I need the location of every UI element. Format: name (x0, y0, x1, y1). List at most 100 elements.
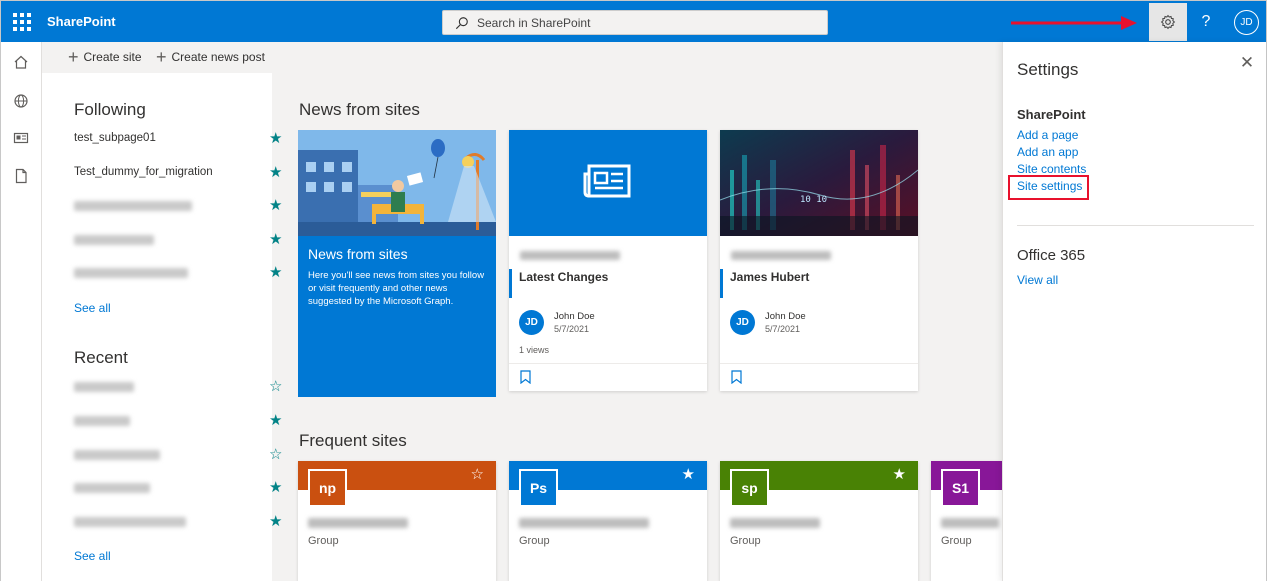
star-icon[interactable]: ★ (269, 263, 282, 281)
brand-title[interactable]: SharePoint (47, 14, 116, 29)
recent-see-all-link[interactable]: See all (74, 549, 111, 563)
search-box[interactable]: Search in SharePoint (442, 10, 828, 35)
news-hero-description: Here you'll see news from sites you foll… (308, 270, 485, 307)
star-icon[interactable]: ★ (269, 163, 282, 181)
globe-icon[interactable] (13, 93, 29, 109)
add-a-page-link[interactable]: Add a page (1017, 128, 1078, 142)
site-logo-tile: S1 (941, 469, 980, 507)
user-avatar[interactable]: JD (1234, 10, 1259, 35)
following-see-all-link[interactable]: See all (74, 301, 111, 315)
following-item[interactable]: test_subpage01 ★ (74, 129, 282, 149)
settings-gear-button[interactable] (1149, 3, 1187, 41)
recent-item[interactable]: ★ (74, 478, 282, 498)
settings-panel: Settings ✕ SharePoint Add a page Add an … (1002, 42, 1266, 581)
divider (1017, 225, 1254, 226)
help-button[interactable]: ? (1193, 9, 1219, 35)
command-bar: + Create site + Create news post (42, 42, 1002, 73)
star-icon[interactable]: ★ (269, 230, 282, 248)
view-all-link[interactable]: View all (1017, 273, 1058, 287)
newspaper-icon (583, 164, 631, 198)
document-icon[interactable] (13, 168, 29, 184)
blurred-site-name (731, 251, 831, 260)
news-icon[interactable] (13, 130, 29, 146)
news-card-title: James Hubert (730, 270, 810, 284)
star-icon[interactable]: ★ (893, 465, 906, 483)
app-launcher-icon[interactable] (11, 11, 31, 31)
recent-item[interactable]: ★ (74, 411, 282, 431)
blurred-site-name (941, 518, 999, 528)
star-icon[interactable]: ★ (269, 129, 282, 147)
recent-item[interactable]: ☆ (74, 377, 282, 397)
recent-item[interactable]: ☆ (74, 445, 282, 465)
card-accent (720, 269, 723, 298)
news-illustration (298, 130, 496, 236)
card-accent (509, 269, 512, 298)
blurred-label (74, 235, 154, 245)
following-item[interactable]: ★ (74, 230, 282, 250)
red-arrow-annotation (1011, 16, 1137, 30)
site-logo-tile: np (308, 469, 347, 507)
star-icon[interactable]: ★ (269, 196, 282, 214)
view-count: 1 views (519, 345, 550, 355)
news-card-title: Latest Changes (519, 270, 609, 284)
frequent-site-card[interactable]: np ☆ Group (298, 461, 496, 581)
settings-title: Settings (1017, 60, 1079, 79)
create-site-button[interactable]: + Create site (68, 48, 142, 66)
bookmark-icon[interactable] (520, 370, 531, 384)
divider (509, 363, 707, 364)
close-icon[interactable]: ✕ (1239, 54, 1255, 71)
author-avatar: JD (519, 310, 544, 335)
star-outline-icon[interactable]: ☆ (269, 377, 282, 395)
news-hero-title: News from sites (308, 246, 408, 262)
blurred-label (74, 517, 186, 527)
star-outline-icon[interactable]: ☆ (471, 465, 484, 483)
news-card-image (509, 130, 707, 236)
plus-icon: + (156, 47, 167, 67)
blurred-site-name (519, 518, 649, 528)
news-section-title: News from sites (299, 100, 420, 119)
blurred-label (74, 416, 130, 426)
frequent-site-card[interactable]: Ps ★ Group (509, 461, 707, 581)
author-name: John Doe (554, 311, 595, 322)
frequent-site-card[interactable]: S1 Group (931, 461, 1002, 581)
left-app-rail (1, 42, 42, 581)
author-avatar: JD (730, 310, 755, 335)
blurred-label (74, 382, 134, 392)
site-type: Group (308, 535, 339, 547)
svg-text:10 10: 10 10 (800, 195, 827, 205)
search-icon (455, 16, 468, 29)
recent-item[interactable]: ★ (74, 512, 282, 532)
create-site-label: Create site (83, 50, 142, 64)
blurred-label (74, 268, 188, 278)
star-icon[interactable]: ★ (269, 411, 282, 429)
site-type: Group (730, 535, 761, 547)
blurred-label (74, 450, 160, 460)
bookmark-icon[interactable] (731, 370, 742, 384)
site-logo-tile: sp (730, 469, 769, 507)
star-icon[interactable]: ★ (269, 478, 282, 496)
frequent-sites-title: Frequent sites (299, 431, 407, 450)
site-logo-tile: Ps (519, 469, 558, 507)
following-item[interactable]: Test_dummy_for_migration ★ (74, 163, 282, 183)
suite-header: SharePoint Search in SharePoint ? JD (1, 1, 1266, 42)
news-card-image: 10 10 (720, 130, 918, 236)
star-icon[interactable]: ★ (682, 465, 695, 483)
blurred-site-name (308, 518, 408, 528)
following-item[interactable]: ★ (74, 263, 282, 283)
sharepoint-heading: SharePoint (1017, 107, 1086, 122)
news-card[interactable]: Latest Changes JD John Doe 5/7/2021 1 vi… (509, 130, 707, 391)
star-icon[interactable]: ★ (269, 512, 282, 530)
divider (720, 363, 918, 364)
site-type: Group (941, 535, 972, 547)
blurred-label (74, 483, 150, 493)
home-icon[interactable] (13, 54, 29, 70)
frequent-site-card[interactable]: sp ★ Group (720, 461, 918, 581)
news-hero-card[interactable]: News from sites Here you'll see news fro… (298, 130, 496, 397)
create-news-post-button[interactable]: + Create news post (156, 47, 265, 67)
following-item[interactable]: ★ (74, 196, 282, 216)
add-an-app-link[interactable]: Add an app (1017, 145, 1078, 159)
news-card[interactable]: 10 10 James Hubert JD John Doe 5/7/2021 (720, 130, 918, 391)
star-outline-icon[interactable]: ☆ (269, 445, 282, 463)
site-contents-link[interactable]: Site contents (1017, 162, 1086, 176)
post-date: 5/7/2021 (765, 324, 801, 334)
